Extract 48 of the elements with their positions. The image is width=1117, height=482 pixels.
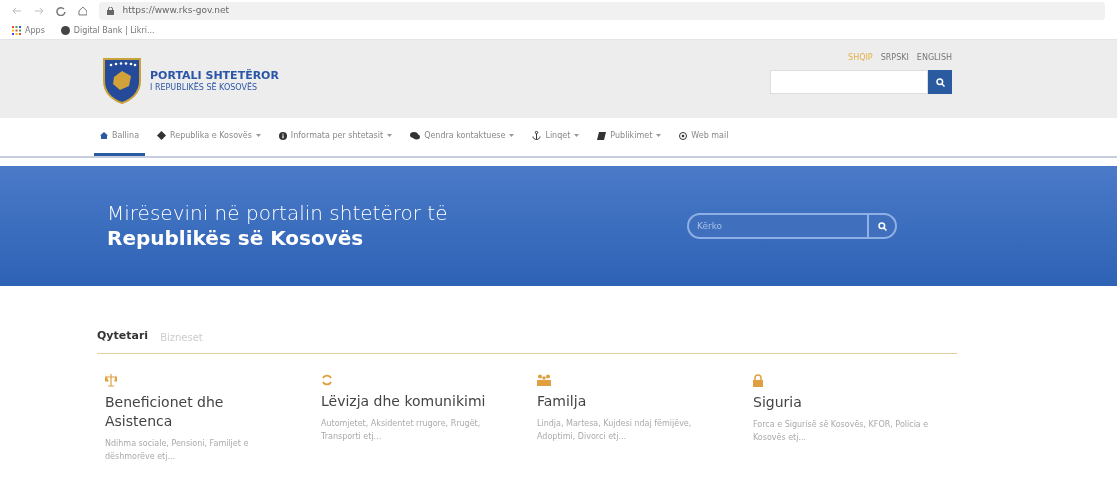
- url-text: https://www.rks-gov.net: [122, 4, 230, 18]
- search-button[interactable]: [928, 70, 952, 94]
- logo-subtitle: I REPUBLIKËS SË KOSOVËS: [150, 82, 259, 93]
- refresh-icon: [321, 373, 333, 386]
- nav-item[interactable]: Linqet: [526, 118, 586, 156]
- language-link[interactable]: ENGLISH: [916, 52, 952, 64]
- lock-icon: [107, 7, 115, 15]
- diamond-icon: [157, 131, 167, 140]
- coat-of-arms-logo: [102, 57, 142, 105]
- search-button[interactable]: [867, 213, 897, 239]
- scales-icon: [105, 373, 117, 387]
- chat-bubbles-icon: [410, 131, 421, 140]
- nav-item[interactable]: Qendra kontaktuese: [404, 118, 521, 156]
- home-icon[interactable]: [77, 6, 88, 16]
- hero-heading: Mirësevini në portalin shtetëror të: [107, 201, 448, 226]
- nav-item[interactable]: Republika e Kosovës: [151, 118, 267, 156]
- category-description: Ndihma sociale, Pensioni, Familjet e dëshmorëve etj...: [105, 437, 250, 463]
- category-link[interactable]: Lëvizja dhe komunikimi: [321, 391, 521, 411]
- apps-icon: [12, 26, 21, 35]
- category-link[interactable]: Beneficionet dhe Asistenca: [105, 392, 305, 431]
- nav-item[interactable]: Web mail: [673, 118, 735, 156]
- logo-title: PORTALI SHTETËROR: [150, 69, 279, 83]
- nav-item[interactable]: Informata per shtetasit: [272, 118, 399, 156]
- info-icon: [278, 131, 287, 140]
- address-bar[interactable]: https://www.rks-gov.net: [99, 2, 1105, 20]
- category-description: Forca e Sigurisë së Kosovës, KFOR, Policia e Kosovës etj...: [753, 418, 930, 444]
- home-icon: [100, 132, 108, 139]
- reload-icon[interactable]: [55, 6, 66, 16]
- site-icon: [60, 26, 70, 35]
- search-icon: [877, 221, 887, 231]
- hero-heading: Republikës së Kosovës: [107, 226, 365, 251]
- nav-item[interactable]: Ballina: [94, 118, 146, 156]
- search-icon: [935, 77, 945, 87]
- category-description: Automjetet, Aksidentet rrugore, Rrugët, Transporti etj...: [321, 417, 482, 443]
- category-link[interactable]: Siguria: [753, 392, 953, 412]
- bookmark[interactable]: Digital Bank | Likri...: [60, 24, 155, 37]
- bookmark[interactable]: Apps: [12, 24, 45, 37]
- book-icon: [597, 131, 607, 140]
- nav-item[interactable]: Publikimet: [591, 118, 668, 156]
- tab[interactable]: Qytetari: [97, 328, 149, 345]
- category-link[interactable]: Familja: [537, 391, 737, 411]
- family-icon: [537, 373, 551, 386]
- search-field[interactable]: [770, 70, 928, 94]
- anchor-icon: [532, 131, 542, 140]
- search-field[interactable]: Kërko: [687, 213, 867, 239]
- padlock-icon: [753, 373, 763, 387]
- category-description: Lindja, Martesa, Kujdesi ndaj fëmijëve, Adoptimi, Divorci etj...: [537, 417, 693, 443]
- language-link[interactable]: SRPSKI: [880, 52, 909, 64]
